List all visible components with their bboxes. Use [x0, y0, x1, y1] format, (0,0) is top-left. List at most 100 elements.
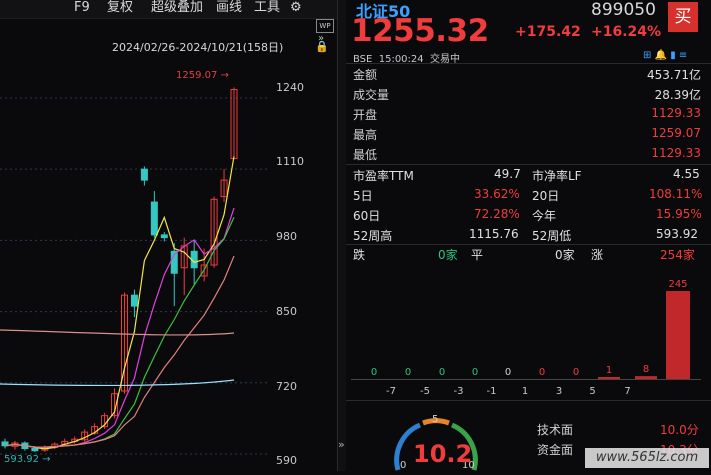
- distribution-bar: [598, 377, 620, 379]
- quote-panel: 北证50 899050 买 1255.32 +175.42 +16.24% BS…: [346, 0, 711, 471]
- distribution-bar: [666, 291, 690, 379]
- ytd-label: 今年: [532, 209, 557, 223]
- lock-icon[interactable]: 🔒: [315, 40, 329, 53]
- bookmark-icon[interactable]: ▮: [670, 50, 676, 61]
- w52h-label: 52周高: [353, 229, 393, 243]
- d60-label: 60日: [353, 209, 381, 223]
- d20-value: 108.11%: [649, 187, 703, 201]
- fuquan-button[interactable]: 复权: [107, 0, 133, 16]
- distribution-count: 0: [472, 367, 478, 378]
- moving-average-line: [4, 156, 235, 450]
- flat-label: 平: [471, 248, 484, 262]
- chart-canvas[interactable]: [0, 54, 338, 471]
- distribution-bin-label: -5: [420, 386, 430, 397]
- distribution-bin-label: 5: [589, 386, 595, 397]
- moving-average-line: [4, 207, 235, 448]
- stat-row: 最低 1129.33: [353, 144, 701, 163]
- moving-average-line: [4, 255, 235, 448]
- candlestick-chart[interactable]: [0, 54, 338, 471]
- stat-value: 453.71亿: [647, 68, 701, 82]
- d5-label: 5日: [353, 189, 373, 203]
- low-price-label: 593.92 →: [4, 454, 51, 465]
- wp-icon[interactable]: WP: [316, 19, 334, 33]
- settings-icon[interactable]: ⚙: [290, 0, 302, 15]
- y-tick-label: 850: [276, 305, 297, 318]
- divider: [346, 164, 711, 165]
- stat-label: 最低: [353, 148, 378, 162]
- distribution-count: 0: [405, 367, 411, 378]
- distribution-count: 0: [505, 367, 511, 378]
- y-tick-label: 720: [276, 380, 297, 393]
- stat-label: 最高: [353, 128, 378, 142]
- distribution-count: 0: [371, 367, 377, 378]
- fund-label: 资金面: [537, 443, 574, 457]
- stat-label: 开盘: [353, 108, 378, 122]
- ytd-value: 15.95%: [656, 207, 702, 221]
- stat-value: 1129.33: [651, 146, 701, 160]
- candle-body: [160, 234, 168, 239]
- stat-row: 开盘 1129.33: [353, 104, 701, 123]
- tools-button[interactable]: 工具: [254, 0, 280, 16]
- expand-arrow-icon[interactable]: »: [338, 438, 345, 451]
- collapse-strip[interactable]: [338, 0, 346, 471]
- up-label: 涨: [591, 248, 604, 262]
- distribution-bin-label: -1: [487, 386, 497, 397]
- high-price-label: 1259.07 →: [176, 70, 229, 81]
- y-tick-label: 1110: [276, 155, 304, 168]
- tech-label: 技术面: [537, 423, 574, 437]
- stat-value: 1259.07: [651, 126, 701, 140]
- price-change-pct: +16.24%: [591, 24, 662, 40]
- more-icon[interactable]: ≡: [679, 50, 687, 61]
- price-change: +175.42: [515, 24, 581, 40]
- divider: [346, 244, 711, 245]
- down-count: 0家: [438, 248, 458, 262]
- alert-icon[interactable]: 🔔: [655, 50, 667, 61]
- add-icon[interactable]: ⊞: [643, 50, 651, 61]
- distribution-count: 1: [606, 365, 612, 376]
- stat-row: 最高 1259.07: [353, 124, 701, 143]
- down-label: 跌: [353, 248, 366, 262]
- distribution-count: 245: [668, 279, 687, 290]
- draw-line-button[interactable]: 画线: [216, 0, 242, 16]
- flat-count: 0家: [555, 248, 575, 262]
- pe-label: 市盈率TTM: [353, 169, 414, 183]
- stat-row: 成交量 28.39亿: [353, 84, 701, 103]
- w52h-value: 1115.76: [469, 227, 519, 241]
- distribution-count: 0: [573, 367, 579, 378]
- candle-body: [140, 168, 148, 181]
- tech-score: 10.0分: [660, 423, 699, 437]
- buy-button[interactable]: 买: [668, 2, 698, 32]
- gauge-tick-top: 5: [432, 414, 439, 425]
- w52l-value: 593.92: [656, 227, 698, 241]
- long-ma-line: [0, 329, 235, 336]
- last-price: 1255.32: [351, 13, 489, 49]
- index-code: 899050: [591, 0, 656, 20]
- distribution-chart: 0 0 0 0 0 0 0 1 8245-7 -5 -3 -1 1 3 5 7: [351, 279, 701, 397]
- stat-label: 成交量: [353, 88, 390, 102]
- distribution-bin-label: 7: [624, 386, 630, 397]
- up-count: 254家: [660, 248, 695, 262]
- distribution-bin-label: -3: [454, 386, 464, 397]
- distribution-bin-label: -7: [386, 386, 396, 397]
- date-range: 2024/02/26-2024/10/21(158日): [112, 41, 284, 54]
- quick-action-icons[interactable]: ⊞ 🔔 ▮ ≡: [643, 50, 687, 61]
- d5-value: 33.62%: [474, 187, 520, 201]
- pb-value: 4.55: [673, 167, 700, 181]
- chart-toolbar: F9 复权 超级叠加 画线 工具 ⚙: [0, 0, 338, 19]
- pe-value: 49.7: [494, 167, 521, 181]
- y-tick-label: 590: [276, 454, 297, 467]
- overlay-button[interactable]: 超级叠加: [151, 0, 203, 16]
- divider: [346, 400, 711, 401]
- stat-value: 28.39亿: [654, 88, 701, 102]
- gauge-tick-left: 0: [400, 460, 407, 471]
- distribution-bar: [635, 376, 657, 379]
- distribution-count: 8: [643, 364, 649, 375]
- d20-label: 20日: [532, 189, 560, 203]
- f9-button[interactable]: F9: [74, 0, 90, 16]
- distribution-bin-label: 3: [556, 386, 562, 397]
- w52l-label: 52周低: [532, 229, 572, 243]
- gauge-score: 10.2: [413, 440, 473, 468]
- stat-value: 1129.33: [651, 106, 701, 120]
- candle-body: [150, 201, 158, 236]
- watermark: www.565lz.com: [585, 448, 709, 468]
